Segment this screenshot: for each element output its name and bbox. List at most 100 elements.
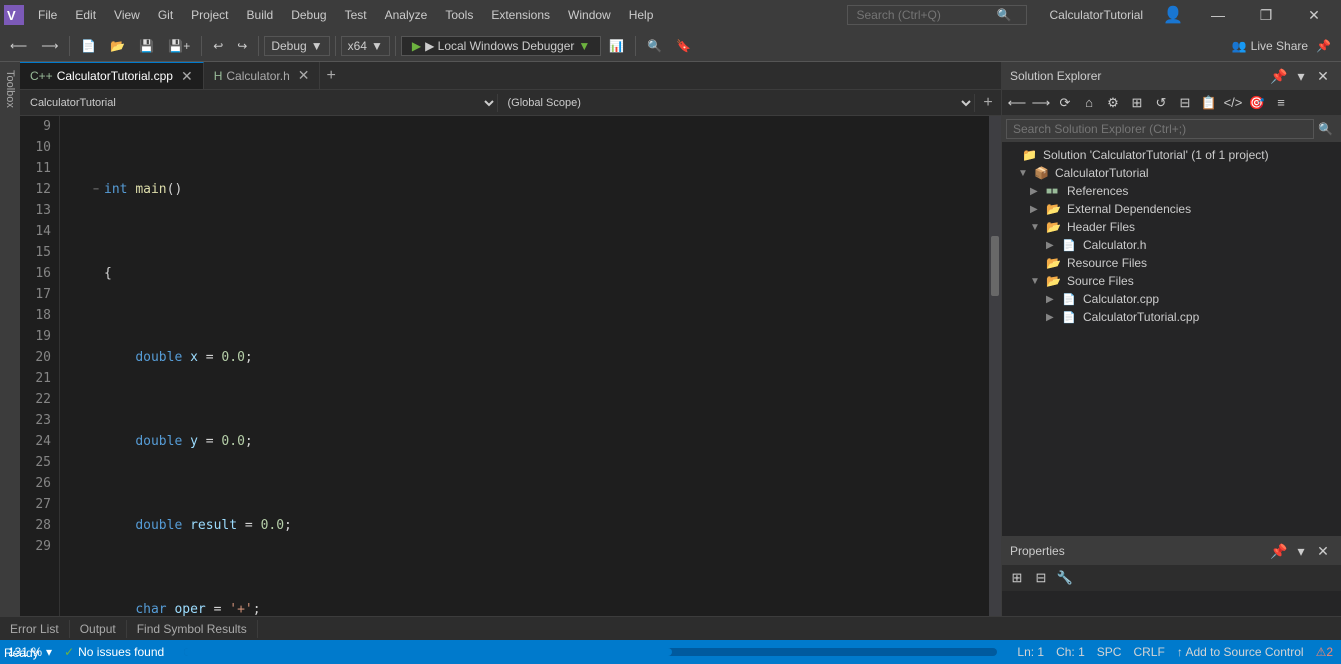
tree-calculator-h[interactable]: ▶ 📄 Calculator.h [1002, 236, 1341, 254]
close-button[interactable]: ✕ [1291, 0, 1337, 30]
se-collapse-button[interactable]: ⊟ [1174, 92, 1196, 114]
tab-error-list[interactable]: Error List [0, 620, 70, 638]
menu-search-box[interactable]: 🔍 [847, 5, 1027, 25]
save-all-button[interactable]: 💾+ [162, 37, 196, 55]
tab-close-1[interactable]: ✕ [298, 67, 310, 84]
fold-col-9[interactable]: − [88, 179, 104, 200]
code-line-11: double x = 0.0; [60, 347, 989, 368]
prop-categorized-button[interactable]: ⊞ [1006, 567, 1028, 589]
se-sync-button[interactable]: ⟳ [1054, 92, 1076, 114]
tree-project[interactable]: ▼ 📦 CalculatorTutorial [1002, 164, 1341, 182]
properties-pin-button[interactable]: 📌 [1269, 541, 1289, 561]
window-title: CalculatorTutorial [1037, 8, 1155, 22]
menu-test[interactable]: Test [337, 4, 375, 26]
menu-tools[interactable]: Tools [437, 4, 481, 26]
add-scope-button[interactable]: + [975, 94, 1001, 112]
status-issues: ✓ No issues found [64, 645, 164, 659]
toolbar-sep-1 [69, 36, 70, 56]
se-search-input[interactable] [1006, 119, 1314, 139]
project-arrow: ▼ [1018, 168, 1034, 179]
se-code-view-button[interactable]: </> [1222, 92, 1244, 114]
se-scope-to-button[interactable]: 🎯 [1246, 92, 1268, 114]
bookmark-button[interactable]: 🔖 [670, 37, 697, 55]
new-file-button[interactable]: 📄 [75, 37, 102, 55]
menu-view[interactable]: View [106, 4, 148, 26]
se-settings-button[interactable]: ⚙ [1102, 92, 1124, 114]
se-home-button[interactable]: ⌂ [1078, 92, 1100, 114]
menu-window[interactable]: Window [560, 4, 619, 26]
tree-external-deps[interactable]: ▶ 📂 External Dependencies [1002, 200, 1341, 218]
performance-profiler-button[interactable]: 📊 [603, 37, 630, 55]
search-toolbar-button[interactable]: 🔍 [641, 37, 668, 55]
svg-text:V: V [7, 8, 16, 23]
menu-project[interactable]: Project [183, 4, 236, 26]
toolbox-sidebar[interactable]: Toolbox [0, 62, 20, 616]
menu-extensions[interactable]: Extensions [483, 4, 558, 26]
debug-config-dropdown[interactable]: Debug ▼ [264, 36, 329, 56]
se-props-button[interactable]: 📋 [1198, 92, 1220, 114]
run-button[interactable]: ▶ ▶ Local Windows Debugger ▼ [401, 36, 601, 56]
panel-close-button[interactable]: ✕ [1313, 66, 1333, 86]
live-share-button[interactable]: 👥 Live Share [1232, 39, 1308, 53]
user-icon[interactable]: 👤 [1157, 5, 1189, 25]
member-scope-dropdown[interactable]: (Global Scope) [498, 94, 976, 112]
new-tab-button[interactable]: + [320, 62, 341, 89]
maximize-button[interactable]: ❐ [1243, 0, 1289, 30]
menu-debug[interactable]: Debug [283, 4, 334, 26]
calc-h-arrow: ▶ [1046, 240, 1062, 251]
source-control-label: Add to Source Control [1185, 645, 1303, 659]
panel-dropdown-button[interactable]: ▾ [1291, 66, 1311, 86]
tree-source-files[interactable]: ▼ 📂 Source Files [1002, 272, 1341, 290]
back-button[interactable]: ⟵ [4, 37, 33, 55]
tab-calculatortutorial-cpp[interactable]: C++ CalculatorTutorial.cpp ✕ [20, 62, 204, 89]
se-filter-button[interactable]: ⊞ [1126, 92, 1148, 114]
tree-calculator-cpp[interactable]: ▶ 📄 Calculator.cpp [1002, 290, 1341, 308]
se-forward-button[interactable]: ⟶ [1030, 92, 1052, 114]
redo-button[interactable]: ↪ [231, 37, 253, 55]
menu-help[interactable]: Help [621, 4, 662, 26]
calc-h-label: Calculator.h [1083, 238, 1146, 252]
code-content[interactable]: − int main() { double x = 0.0; [60, 116, 989, 616]
tree-references[interactable]: ▶ ■■ References [1002, 182, 1341, 200]
tree-header-files[interactable]: ▼ 📂 Header Files [1002, 218, 1341, 236]
save-button[interactable]: 💾 [133, 37, 160, 55]
add-source-control[interactable]: ↑ Add to Source Control [1177, 645, 1304, 659]
forward-button[interactable]: ⟶ [35, 37, 64, 55]
search-icon: 🔍 [996, 8, 1011, 22]
menu-search-input[interactable] [856, 8, 996, 22]
se-refresh-button[interactable]: ↺ [1150, 92, 1172, 114]
calc-cpp-label: Calculator.cpp [1083, 292, 1159, 306]
tree-calculatortutorial-cpp[interactable]: ▶ 📄 CalculatorTutorial.cpp [1002, 308, 1341, 326]
fold-col-11 [88, 347, 104, 368]
pinned-button[interactable]: 📌 [1310, 37, 1337, 55]
horizontal-scrollbar[interactable] [184, 648, 997, 656]
tab-output[interactable]: Output [70, 620, 127, 638]
tree-solution[interactable]: 📁 Solution 'CalculatorTutorial' (1 of 1 … [1002, 146, 1341, 164]
bp-col-12 [68, 431, 88, 452]
properties-dropdown-button[interactable]: ▾ [1291, 541, 1311, 561]
menu-analyze[interactable]: Analyze [377, 4, 436, 26]
tab-find-symbol-results[interactable]: Find Symbol Results [127, 620, 258, 638]
horizontal-scrollbar-thumb[interactable] [184, 648, 672, 656]
prop-alphabetical-button[interactable]: ⊟ [1030, 567, 1052, 589]
minimize-button[interactable]: — [1195, 0, 1241, 30]
tree-resource-files[interactable]: 📂 Resource Files [1002, 254, 1341, 272]
se-extra-button[interactable]: ≡ [1270, 92, 1292, 114]
se-back-button[interactable]: ⟵ [1006, 92, 1028, 114]
menu-file[interactable]: File [30, 4, 65, 26]
tab-label-0: CalculatorTutorial.cpp [57, 69, 173, 83]
vertical-scrollbar[interactable] [989, 116, 1001, 616]
prop-wrench-button[interactable]: 🔧 [1054, 567, 1076, 589]
tab-calculator-h[interactable]: H Calculator.h ✕ [204, 62, 321, 89]
class-scope-dropdown[interactable]: CalculatorTutorial [20, 94, 498, 112]
panel-pin-button[interactable]: 📌 [1269, 66, 1289, 86]
scroll-thumb[interactable] [991, 236, 999, 296]
undo-button[interactable]: ↩ [207, 37, 229, 55]
menu-edit[interactable]: Edit [67, 4, 104, 26]
tab-close-0[interactable]: ✕ [181, 68, 193, 85]
open-file-button[interactable]: 📂 [104, 37, 131, 55]
properties-close-button[interactable]: ✕ [1313, 541, 1333, 561]
menu-build[interactable]: Build [239, 4, 282, 26]
menu-git[interactable]: Git [150, 4, 181, 26]
platform-dropdown[interactable]: x64 ▼ [341, 36, 390, 56]
